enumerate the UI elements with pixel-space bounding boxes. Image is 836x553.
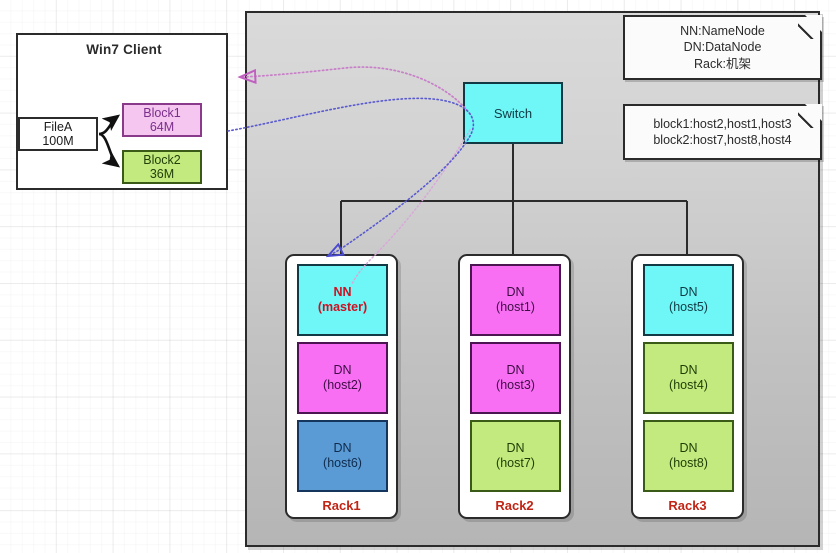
node-dn-host5[interactable]: DN (host5) (643, 264, 734, 336)
note-fold-corner-icon (805, 104, 822, 121)
legend-note-line: Rack:机架 (694, 56, 751, 71)
switch-label: Switch (493, 105, 533, 121)
node-dn-host8[interactable]: DN (host8) (643, 420, 734, 492)
node-host: (host1) (496, 300, 535, 314)
legend-note-abbreviations: NN:NameNode DN:DataNode Rack:机架 (623, 15, 822, 80)
node-host: (host2) (323, 378, 362, 392)
node-host: (host5) (669, 300, 708, 314)
win7-client-title: Win7 Client (86, 42, 162, 57)
node-role: NN (333, 285, 352, 300)
rack-3[interactable]: DN (host5) DN (host4) DN (host8) Rack3 (631, 254, 744, 519)
node-dn-host1[interactable]: DN (host1) (470, 264, 561, 336)
legend-note-line: DN:DataNode (683, 40, 762, 55)
rack-2-label: Rack2 (495, 498, 534, 513)
block1-name: Block1 (143, 106, 181, 120)
block-placement-line: block2:host7,host8,host4 (653, 133, 792, 147)
node-dn-host3[interactable]: DN (host3) (470, 342, 561, 414)
block1-box[interactable]: Block1 64M (122, 103, 202, 137)
node-dn-host6[interactable]: DN (host6) (297, 420, 388, 492)
node-role: DN (333, 441, 352, 456)
rack-2[interactable]: DN (host1) DN (host3) DN (host7) Rack2 (458, 254, 571, 519)
block1-size: 64M (149, 120, 175, 134)
note-fold-corner-icon (805, 15, 822, 32)
node-role: DN (506, 441, 525, 456)
node-host: (host3) (496, 378, 535, 392)
block2-box[interactable]: Block2 36M (122, 150, 202, 184)
node-dn-host7[interactable]: DN (host7) (470, 420, 561, 492)
diagram-canvas: Hadoop集群 Switch NN:NameNode DN:DataNode … (0, 0, 836, 553)
file-name: FileA (43, 120, 73, 134)
legend-note-line: NN:NameNode (680, 24, 765, 39)
node-host: (master) (317, 300, 368, 314)
rack-1[interactable]: NN (master) DN (host2) DN (host6) Rack1 (285, 254, 398, 519)
file-size: 100M (42, 134, 74, 148)
block2-size: 36M (149, 167, 175, 181)
node-nn-master[interactable]: NN (master) (297, 264, 388, 336)
node-role: DN (333, 363, 352, 378)
node-role: DN (679, 441, 698, 456)
block-placement-line: block1:host2,host1,host3 (653, 116, 792, 131)
node-role: DN (679, 363, 698, 378)
node-role: DN (506, 363, 525, 378)
node-host: (host7) (496, 456, 535, 470)
switch-node[interactable]: Switch (463, 82, 563, 144)
rack-1-label: Rack1 (322, 498, 361, 513)
node-host: (host8) (669, 456, 708, 470)
node-role: DN (506, 285, 525, 300)
node-host: (host6) (323, 456, 362, 470)
rack-3-label: Rack3 (668, 498, 707, 513)
node-dn-host4[interactable]: DN (host4) (643, 342, 734, 414)
block2-name: Block2 (143, 153, 181, 167)
node-role: DN (679, 285, 698, 300)
file-a-box[interactable]: FileA 100M (18, 117, 98, 151)
node-host: (host4) (669, 378, 708, 392)
legend-note-block-placement: block1:host2,host1,host3 block2:host7,ho… (623, 104, 822, 160)
node-dn-host2[interactable]: DN (host2) (297, 342, 388, 414)
